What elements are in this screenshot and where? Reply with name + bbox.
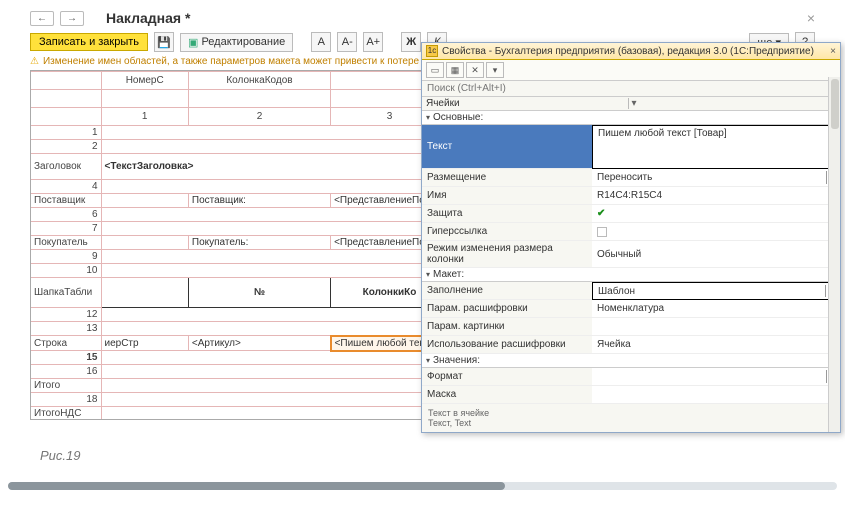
prop-fill-value[interactable]: Шаблон▾ bbox=[592, 282, 840, 300]
warning-text: Изменение имен областей, а также парамет… bbox=[43, 56, 463, 67]
prop-text-label: Текст bbox=[422, 125, 592, 169]
rowgrp-row[interactable]: Строка bbox=[31, 336, 101, 351]
row-12[interactable]: 12 bbox=[31, 308, 101, 322]
pal-tool-4[interactable]: ▾ bbox=[486, 62, 504, 78]
warning-icon: ⚠ bbox=[30, 56, 39, 67]
col-2[interactable]: 2 bbox=[188, 108, 330, 126]
prop-colmode-value[interactable]: Обычный bbox=[592, 241, 840, 268]
band-nomers: НомерС bbox=[101, 72, 188, 90]
cell-buyer-lab[interactable]: Покупатель: bbox=[188, 236, 330, 250]
prop-use-value[interactable]: Ячейка bbox=[592, 336, 840, 354]
rowgrp-buyer[interactable]: Покупатель bbox=[31, 236, 101, 250]
cell-r14b[interactable]: <Артикул> bbox=[188, 336, 330, 351]
section-values[interactable]: Значения: bbox=[422, 354, 840, 368]
rowgrp-thead[interactable]: ШапкаТабли bbox=[31, 278, 101, 308]
prop-pic-value[interactable] bbox=[592, 318, 840, 336]
cell-supplier-lab[interactable]: Поставщик: bbox=[188, 194, 330, 208]
palette-footer: Текст в ячейкеТекст, Text bbox=[422, 404, 840, 432]
prop-protect-label: Защита bbox=[422, 205, 592, 223]
rowgrp-nds[interactable]: ИтогоНДС bbox=[31, 407, 101, 421]
row-7[interactable]: 7 bbox=[31, 222, 101, 236]
font-smaller[interactable]: A- bbox=[337, 32, 357, 52]
edit-button[interactable]: ▣Редактирование bbox=[180, 33, 293, 52]
row-13[interactable]: 13 bbox=[31, 322, 101, 336]
palette-scrollbar[interactable] bbox=[828, 77, 840, 432]
palette-search[interactable] bbox=[426, 82, 836, 95]
row-16[interactable]: 16 bbox=[31, 365, 101, 379]
bold-button[interactable]: Ж bbox=[401, 32, 421, 52]
prop-text-value[interactable]: Пишем любой текст [Товар] bbox=[592, 125, 840, 169]
font-bigger[interactable]: A+ bbox=[363, 32, 383, 52]
row-2[interactable]: 2 bbox=[31, 140, 101, 154]
close-icon[interactable]: × bbox=[807, 10, 815, 26]
prop-protect-value[interactable]: ✔ bbox=[592, 205, 840, 223]
properties-panel[interactable]: 1c Свойства - Бухгалтерия предприятия (б… bbox=[421, 42, 841, 433]
section-main[interactable]: Основные: bbox=[422, 111, 840, 125]
app-icon: 1c bbox=[426, 45, 438, 57]
prop-fmt-value[interactable]: … bbox=[592, 368, 840, 386]
pal-tool-2[interactable]: ▦ bbox=[446, 62, 464, 78]
row-4[interactable]: 4 bbox=[31, 180, 101, 194]
palette-scope[interactable]: Ячейки▾ bbox=[422, 97, 840, 111]
col-1[interactable]: 1 bbox=[101, 108, 188, 126]
prop-decp-value[interactable]: Номенклатура bbox=[592, 300, 840, 318]
prop-link-label: Гиперссылка bbox=[422, 223, 592, 241]
palette-title: Свойства - Бухгалтерия предприятия (базо… bbox=[442, 46, 814, 57]
row-15[interactable]: 15 bbox=[31, 351, 101, 365]
prop-pic-label: Парам. картинки bbox=[422, 318, 592, 336]
prop-fmt-label: Формат bbox=[422, 368, 592, 386]
pal-tool-3[interactable]: ✕ bbox=[466, 62, 484, 78]
prop-decp-label: Парам. расшифровки bbox=[422, 300, 592, 318]
pal-tool-1[interactable]: ▭ bbox=[426, 62, 444, 78]
prop-placement-value[interactable]: Переносить▾ bbox=[592, 169, 840, 187]
row-18[interactable]: 18 bbox=[31, 393, 101, 407]
save-close-button[interactable]: Записать и закрыть bbox=[30, 33, 148, 51]
prop-mask-label: Маска bbox=[422, 386, 592, 404]
rowgrp-head[interactable]: Заголовок bbox=[31, 154, 101, 180]
rowgrp-total[interactable]: Итого bbox=[31, 379, 101, 393]
row-6[interactable]: 6 bbox=[31, 208, 101, 222]
figure-caption: Рис.19 bbox=[40, 448, 815, 463]
nav-back[interactable]: ← bbox=[30, 11, 54, 26]
prop-colmode-label: Режим изменения размера колонки bbox=[422, 241, 592, 268]
palette-close-icon[interactable]: × bbox=[830, 46, 836, 57]
prop-use-label: Использование расшифровки bbox=[422, 336, 592, 354]
prop-placement-label: Размещение bbox=[422, 169, 592, 187]
row-9[interactable]: 9 bbox=[31, 250, 101, 264]
save-icon[interactable]: 💾 bbox=[154, 32, 174, 52]
prop-name-value[interactable]: R14C4:R15C4 bbox=[592, 187, 840, 205]
hdr-no[interactable]: № bbox=[188, 278, 330, 308]
band-kod: КолонкаКодов bbox=[188, 72, 330, 90]
nav-forward[interactable]: → bbox=[60, 11, 84, 26]
prop-fill-label: Заполнение bbox=[422, 282, 592, 300]
row-1[interactable]: 1 bbox=[31, 126, 101, 140]
page-title: Накладная * bbox=[106, 10, 190, 26]
rowgrp-supplier[interactable]: Поставщик bbox=[31, 194, 101, 208]
prop-link-value[interactable] bbox=[592, 223, 840, 241]
cell-r14a[interactable]: иерСтр bbox=[101, 336, 188, 351]
prop-mask-value[interactable] bbox=[592, 386, 840, 404]
font-a[interactable]: A bbox=[311, 32, 331, 52]
prop-name-label: Имя bbox=[422, 187, 592, 205]
h-scrollbar[interactable] bbox=[8, 482, 837, 490]
section-layout[interactable]: Макет: bbox=[422, 268, 840, 282]
row-10[interactable]: 10 bbox=[31, 264, 101, 278]
